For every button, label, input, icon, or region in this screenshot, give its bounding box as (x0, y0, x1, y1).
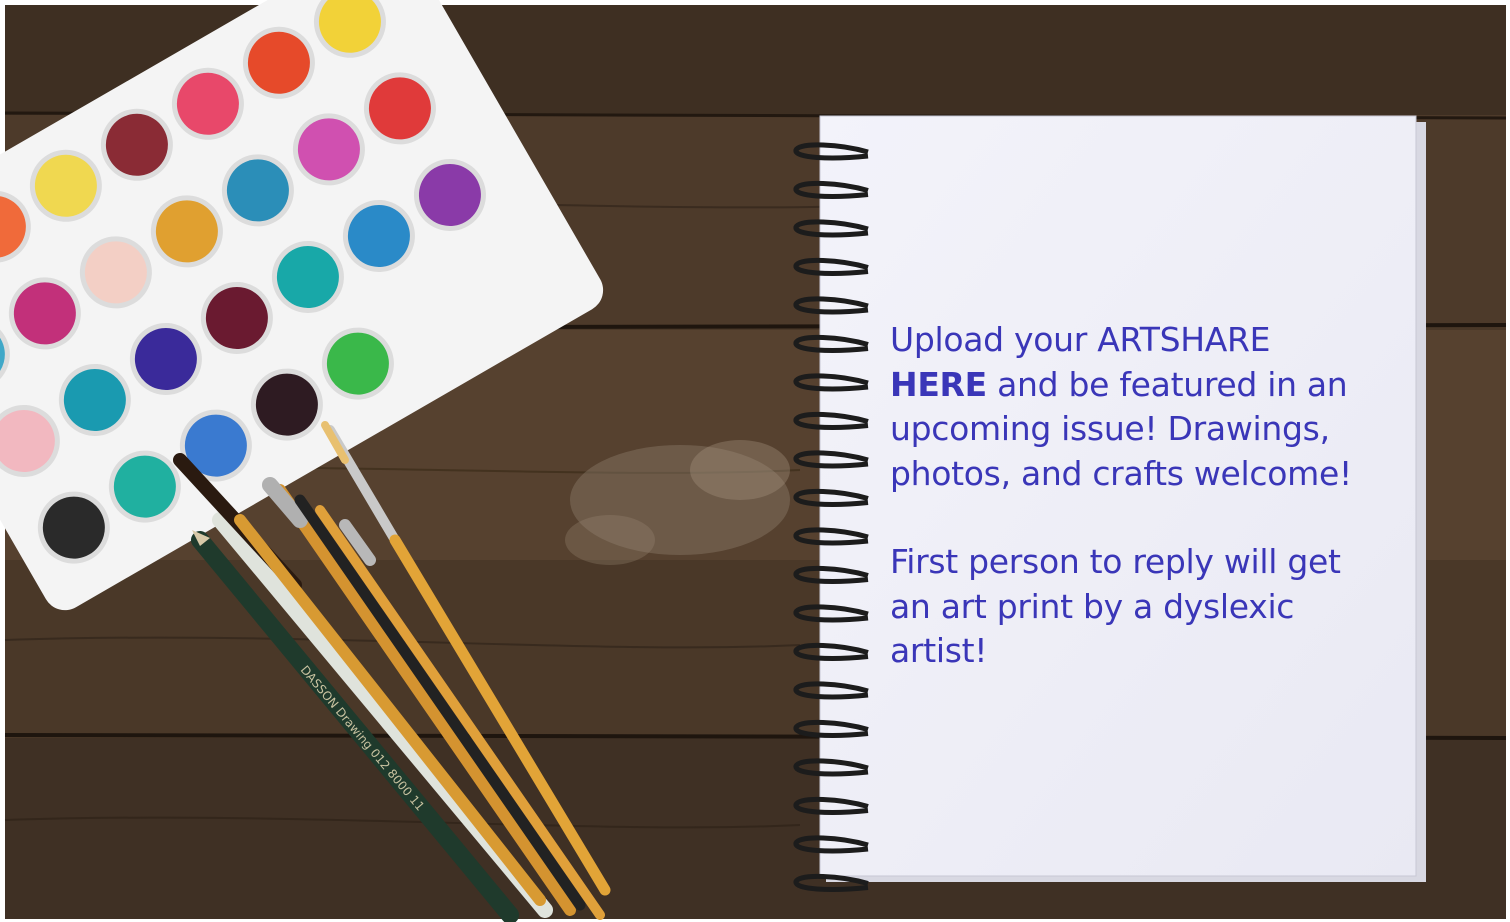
artshare-announcement: Upload your ARTSHARE HERE and be featured… (890, 318, 1390, 674)
upload-message: Upload your ARTSHARE HERE and be featured… (890, 318, 1390, 496)
reply-prize-message: First person to reply will get an art pr… (890, 542, 1341, 670)
upload-text: Upload your ARTSHARE (890, 320, 1271, 359)
upload-here-link[interactable]: HERE (890, 365, 987, 404)
